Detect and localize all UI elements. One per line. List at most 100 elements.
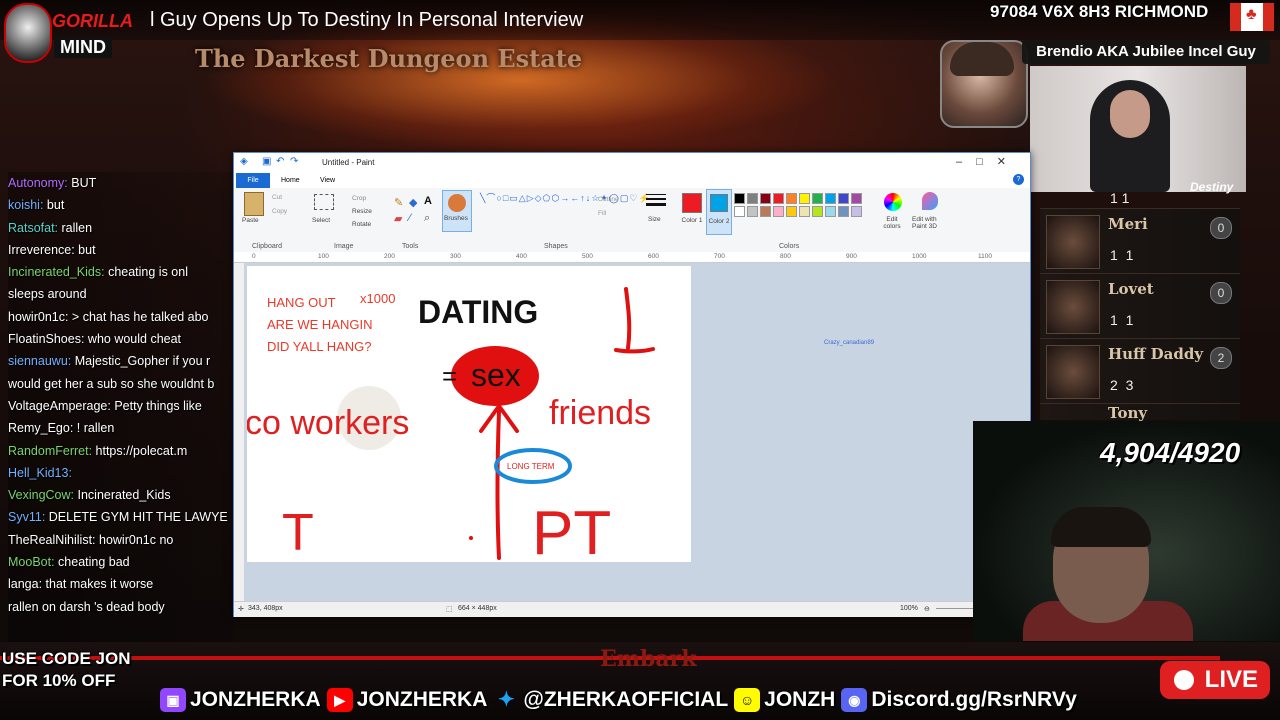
palette-swatch[interactable] [747, 193, 758, 204]
palette-swatch[interactable] [760, 206, 771, 217]
paint-window[interactable]: ◈ ▣ ↶ ↷ Untitled - Paint –□✕ File Home V… [233, 152, 1031, 617]
social-label: JONZH [764, 688, 836, 711]
undo-icon[interactable]: ↶ [276, 156, 284, 167]
chat-username[interactable]: Irreverence: [8, 243, 75, 257]
redo-icon[interactable]: ↷ [290, 156, 298, 167]
chat-username[interactable]: Autonomy: [8, 176, 68, 190]
drawing-layer: HANG OUT ARE WE HANGIN DID YALL HANG? x1… [245, 287, 655, 568]
palette-swatch[interactable] [773, 206, 784, 217]
chat-username[interactable]: MooBot: [8, 555, 55, 569]
pencil-icon[interactable]: ✎ [394, 196, 403, 209]
hero-card[interactable]: Lovet 1 1 0 [1040, 273, 1240, 338]
promo-line2: FOR 10% OFF [2, 671, 116, 690]
edit-colors-button[interactable]: Edit colors [878, 216, 906, 230]
palette-swatch[interactable] [734, 193, 745, 204]
select-icon[interactable] [314, 194, 334, 210]
chat-username[interactable]: Hell_Kid13: [8, 466, 72, 480]
edit-paint3d-button[interactable]: Edit with Paint 3D [912, 216, 948, 230]
chat-message: Syv11: DELETE GYM HIT THE LAWYE [8, 506, 234, 528]
size-icon[interactable] [646, 194, 666, 208]
help-icon[interactable]: ? [1013, 174, 1024, 185]
chat-username[interactable]: rallen [8, 600, 39, 614]
palette-swatch[interactable] [747, 206, 758, 217]
color1-swatch[interactable] [682, 193, 702, 213]
social-youtube[interactable]: ▶ JONZHERKA [326, 688, 487, 712]
picker-icon[interactable]: ⁄ [409, 212, 411, 224]
hero-card[interactable]: Tony [1040, 403, 1240, 422]
color2-button[interactable]: Color 2 [706, 189, 732, 235]
chat-text: who would cheat [84, 332, 182, 347]
chat-username[interactable]: Incinerated_Kids: [8, 265, 105, 279]
group-colors: Colors [779, 243, 800, 250]
save-icon[interactable]: ▣ [262, 156, 271, 167]
hero-roster: Meri 1 1 0 Lovet 1 1 0 Huff Daddy 2 3 2 … [1040, 208, 1240, 422]
paste-button[interactable]: Paste [242, 217, 259, 224]
chat-username[interactable]: VoltageAmperage: [8, 399, 111, 413]
social-twitter[interactable]: ✦ @ZHERKAOFFICIAL [493, 688, 728, 712]
chat-username[interactable]: Syv11: [8, 510, 45, 524]
zoom-out-icon[interactable]: ⊖ [924, 605, 930, 613]
paint-canvas[interactable]: HANG OUT ARE WE HANGIN DID YALL HANG? x1… [245, 266, 691, 568]
hero-card[interactable]: Huff Daddy 2 3 2 [1040, 338, 1240, 403]
palette-swatch[interactable] [773, 193, 784, 204]
tab-view[interactable]: View [320, 177, 335, 184]
text-icon[interactable]: A [424, 195, 432, 207]
brushes-button[interactable]: Brushes [442, 190, 472, 232]
palette-swatch[interactable] [786, 206, 797, 217]
tab-home[interactable]: Home [281, 177, 300, 184]
eraser-icon[interactable]: ▰ [394, 212, 402, 225]
social-snapchat[interactable]: ☺ JONZH [734, 688, 835, 712]
paste-icon[interactable] [244, 192, 264, 216]
hero-card[interactable]: Meri 1 1 0 [1040, 208, 1240, 273]
window-controls[interactable]: –□✕ [956, 155, 1020, 168]
rotate-button[interactable]: Rotate [352, 221, 371, 228]
chat-username[interactable]: VexingCow: [8, 488, 74, 502]
palette-swatch[interactable] [812, 206, 823, 217]
chat-username[interactable]: TheRealNihilist: [8, 533, 96, 547]
paint-title-bar: ◈ ▣ ↶ ↷ Untitled - Paint –□✕ [234, 153, 1030, 173]
magnifier-icon[interactable]: ⌕ [424, 212, 430, 225]
cut-button[interactable]: Cut [272, 194, 282, 201]
palette-swatch[interactable] [838, 193, 849, 204]
chat-username[interactable]: RandomFerret: [8, 444, 92, 458]
x1000-text: x1000 [360, 291, 395, 306]
size-button[interactable]: Size [648, 216, 661, 223]
palette-swatch[interactable] [786, 193, 797, 204]
color-palette[interactable] [734, 193, 884, 223]
chat-username[interactable]: howir0n1c: [8, 310, 68, 324]
social-discord[interactable]: ◉ Discord.gg/RsrNRVy [841, 688, 1077, 712]
chat-username[interactable]: Remy_Ego: [8, 421, 73, 435]
chat-username[interactable]: siennauwu: [8, 354, 71, 368]
chat-message: Hell_Kid13: [8, 462, 234, 484]
arrow-mark [479, 402, 519, 560]
palette-swatch[interactable] [799, 206, 810, 217]
paint3d-icon[interactable] [922, 192, 938, 210]
palette-swatch[interactable] [851, 193, 862, 204]
copy-button[interactable]: Copy [272, 208, 287, 215]
group-clipboard: Clipboard [252, 243, 282, 250]
edit-colors-icon[interactable] [884, 193, 902, 211]
chat-username[interactable]: FloatinShoes: [8, 332, 84, 346]
ruler-label: 800 [780, 253, 791, 260]
social-twitch[interactable]: ▣ JONZHERKA [160, 688, 321, 712]
chat-username[interactable]: koishi: [8, 198, 43, 212]
palette-swatch[interactable] [825, 193, 836, 204]
palette-swatch[interactable] [825, 206, 836, 217]
paint-ribbon: Paste Cut Copy Clipboard Select Crop Res… [234, 188, 1030, 253]
palette-swatch[interactable] [799, 193, 810, 204]
color2-label: Color 2 [708, 218, 730, 225]
palette-swatch[interactable] [734, 206, 745, 217]
select-button[interactable]: Select [312, 217, 330, 224]
crop-button[interactable]: Crop [352, 195, 366, 202]
palette-swatch[interactable] [851, 206, 862, 217]
chat-username[interactable]: Ratsofat: [8, 221, 58, 235]
resize-button[interactable]: Resize [352, 208, 372, 215]
tab-file[interactable]: File [236, 173, 270, 188]
palette-swatch[interactable] [812, 193, 823, 204]
fill-button[interactable]: Fill [598, 210, 606, 217]
shapes-gallery[interactable]: ╲⌒○□▭△▷◇⬠⬡→←↑↓☆✦◯▢♡⚡ [480, 193, 650, 227]
palette-swatch[interactable] [838, 206, 849, 217]
fill-icon[interactable]: ◆ [409, 196, 417, 209]
palette-swatch[interactable] [760, 193, 771, 204]
outline-button[interactable]: Outline [598, 196, 619, 203]
